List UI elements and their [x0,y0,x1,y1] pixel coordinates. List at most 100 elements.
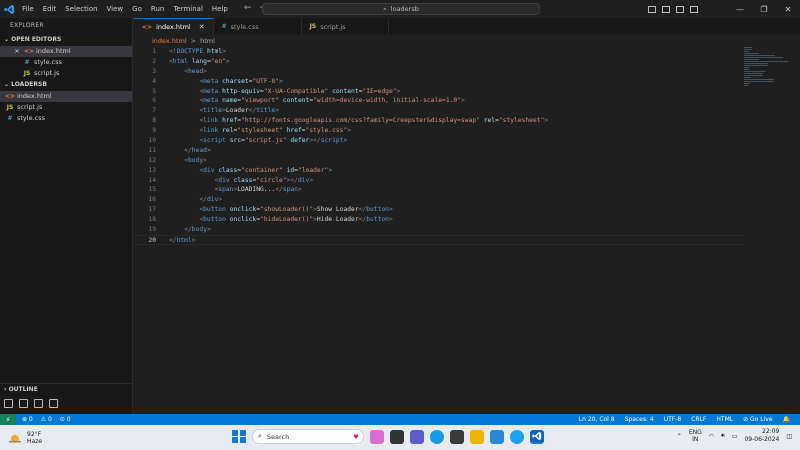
code-line[interactable]: 4 <meta charset="UTF-8"> [134,77,744,87]
file-explorer-icon[interactable] [470,429,484,444]
menu-item-edit[interactable]: Edit [43,5,57,13]
indentation[interactable]: Spaces: 4 [625,416,654,423]
customize-layout-icon[interactable] [690,5,698,13]
html-file-icon: <> [142,23,153,31]
weather-haze-icon [8,432,22,444]
toggle-sidebar-icon[interactable] [648,5,656,13]
code-line[interactable]: 17 <button onclick="showLoader()">Show L… [134,205,744,215]
code-token: ></ [286,176,298,184]
code-text: </body> [156,225,211,235]
store-icon[interactable] [450,429,464,444]
menu-item-selection[interactable]: Selection [65,5,97,13]
tab-label: script.js [320,22,346,31]
code-token: href [222,117,238,125]
ports-count[interactable]: ⊙ 0 [60,416,71,423]
code-token: > [309,176,314,184]
notifications-bell-icon[interactable]: 🔔 [783,416,790,423]
source-control-icon[interactable] [34,399,43,408]
minimap[interactable] [744,47,788,87]
tab-index-html[interactable]: <> index.html ✕ [134,18,214,35]
toggle-secondary-sidebar-icon[interactable] [676,5,684,13]
code-line[interactable]: 3 <head> [134,67,744,77]
file-tree-item[interactable]: JS script.js [0,102,132,113]
code-token: ></ [309,137,321,145]
close-icon[interactable]: ✕ [776,5,800,14]
toggle-panel-icon[interactable] [662,5,670,13]
code-line[interactable]: 18 <button onclick="hideLoader()">Hide L… [134,215,744,225]
back-arrow-icon[interactable]: ← [244,3,252,13]
errors-count[interactable]: ⊗ 0 [22,416,33,423]
tray-chevron-icon[interactable]: ⌃ [677,433,682,440]
breadcrumb-item[interactable]: html [200,35,215,47]
code-line[interactable]: 1 <!DOCTYPE html> [134,47,744,57]
code-line[interactable]: 6 <meta name="viewport" content="width=d… [134,96,744,106]
code-line[interactable]: 14 <div class="circle"></div> [134,176,744,186]
code-text: <title>Loader</title> [156,106,279,116]
search-view-icon[interactable] [19,399,28,408]
menu-item-run[interactable]: Run [151,5,164,13]
chrome-icon[interactable] [510,429,524,444]
mail-icon[interactable] [490,429,504,444]
code-line[interactable]: 5 <meta http-equiv="X-UA-Compatible" con… [134,87,744,97]
vscode-taskbar-icon[interactable] [530,429,544,444]
minimize-icon[interactable]: — [728,5,752,14]
language-indicator[interactable]: ENG IN [689,429,702,443]
code-line[interactable]: 12 <body> [134,156,744,166]
copilot-icon[interactable] [370,429,384,444]
command-center-search[interactable]: ⌕ loadersb [262,3,540,15]
open-editor-item[interactable]: ✕ <> index.html [0,46,132,57]
extensions-icon[interactable] [49,399,58,408]
explorer-icon[interactable] [4,399,13,408]
code-line[interactable]: 11 </head> [134,146,744,156]
code-line[interactable]: 16 </div> [134,195,744,205]
menu-item-help[interactable]: Help [212,5,228,13]
remote-indicator-icon[interactable]: ⚡ [0,414,16,425]
code-editor[interactable]: 1 <!DOCTYPE html> 2 <html lang="en"> 3 <head… [134,47,744,414]
start-windows-icon[interactable] [232,429,246,444]
open-editor-item[interactable]: JS script.js [0,68,132,79]
code-line[interactable]: 20 </html> [134,234,744,245]
open-editor-item[interactable]: # style.css [0,57,132,68]
warnings-count[interactable]: ⚠ 0 [41,416,52,423]
code-line[interactable]: 15 <span>LOADING...</span> [134,185,744,195]
search-icon: ⌕ [258,432,262,440]
tab-script-js[interactable]: JS script.js [302,18,389,35]
folder-header[interactable]: ⌄ LOADERSB [0,79,132,91]
line-ending[interactable]: CRLF [691,416,706,423]
menu-item-view[interactable]: View [107,5,124,13]
line-number: 12 [148,156,156,164]
code-line[interactable]: 7 <title>Loader</title> [134,106,744,116]
code-line[interactable]: 9 <link rel="stylesheet" href="style.css… [134,126,744,136]
code-line[interactable]: 19 </body> [134,225,744,235]
menu-item-file[interactable]: File [22,5,34,13]
code-line[interactable]: 13 <div class="container" id="loader"> [134,166,744,176]
battery-icon[interactable]: ▭ [732,433,738,440]
code-line[interactable]: 2 <html lang="en"> [134,57,744,67]
task-view-icon[interactable] [390,429,404,444]
wifi-icon[interactable]: ◠ [709,433,714,440]
language-mode[interactable]: HTML [716,416,733,423]
menu-item-terminal[interactable]: Terminal [173,5,203,13]
go-live-button[interactable]: ⊘ Go Live [743,416,772,423]
volume-icon[interactable]: 🔊︎ [721,432,725,440]
encoding[interactable]: UTF-8 [664,416,682,423]
file-tree-item[interactable]: <> index.html [0,91,132,102]
close-icon[interactable]: ✕ [12,46,22,57]
tab-style-css[interactable]: # style.css [214,18,302,35]
open-editors-header[interactable]: ⌄ OPEN EDITORS [0,34,132,46]
cursor-position[interactable]: Ln 20, Col 8 [579,416,615,423]
file-tree-item[interactable]: # style.css [0,113,132,124]
clock[interactable]: 22:09 09-06-2024 [744,428,779,444]
menu-item-go[interactable]: Go [132,5,142,13]
maximize-icon[interactable]: ❐ [752,5,776,14]
taskbar-search[interactable]: ⌕ Search ♥ [252,429,364,444]
code-line[interactable]: 10 <script src="script.js" defer></scrip… [134,136,744,146]
code-line[interactable]: 8 <link href="http://fonts.googleapis.co… [134,116,744,126]
teams-icon[interactable] [410,429,424,444]
breadcrumb-item[interactable]: index.html [152,35,187,47]
notification-center-icon[interactable]: ◫ [786,433,792,440]
edge-icon[interactable] [430,429,444,444]
outline-header[interactable]: › OUTLINE [0,383,133,395]
weather-widget[interactable]: 92°F Haze [8,431,42,445]
close-tab-icon[interactable]: ✕ [199,23,205,31]
